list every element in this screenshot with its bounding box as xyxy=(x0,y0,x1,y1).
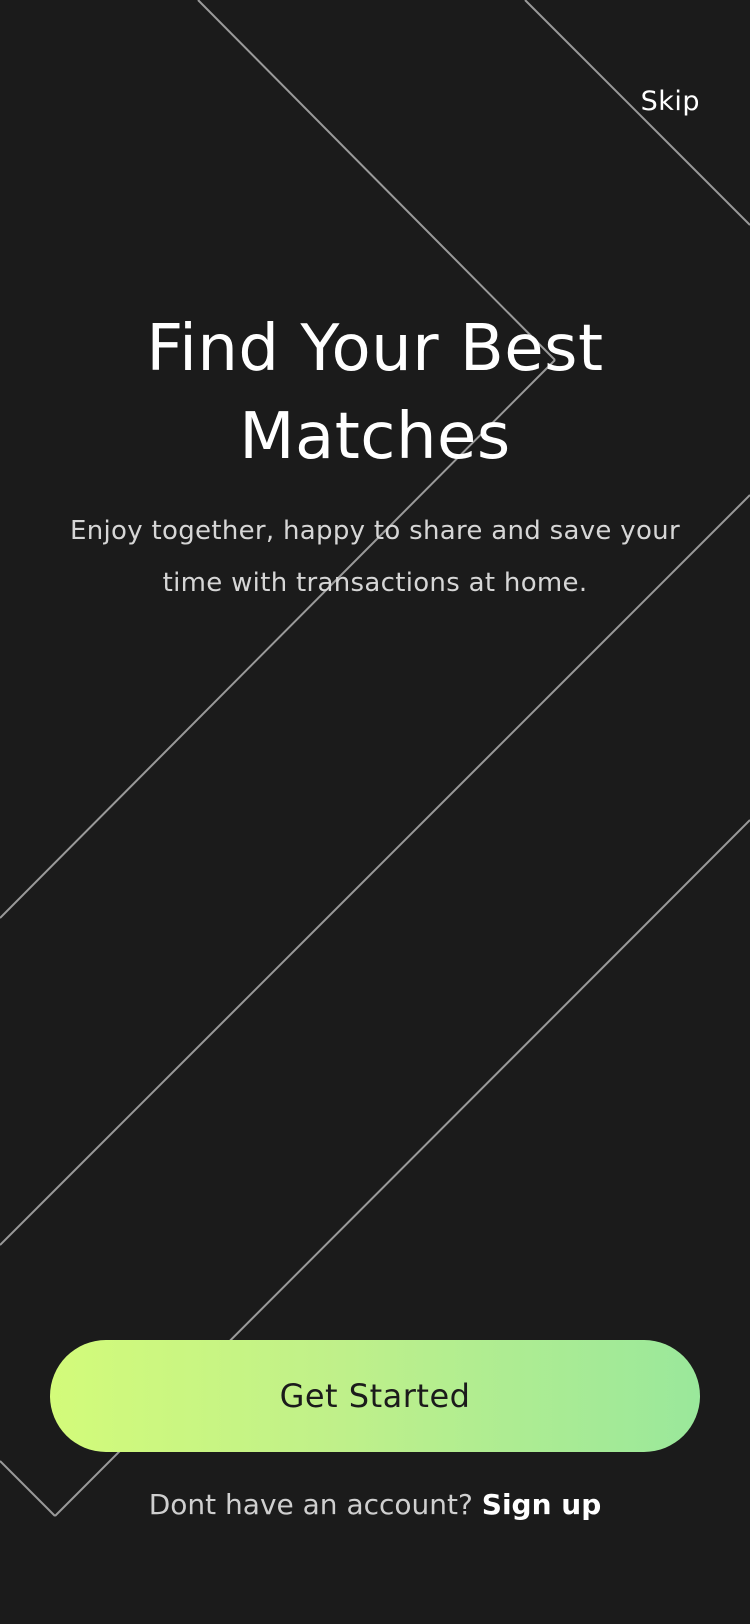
get-started-button[interactable]: Get Started xyxy=(50,1340,700,1452)
signup-prompt: Dont have an account? Sign up xyxy=(0,1488,750,1521)
get-started-label: Get Started xyxy=(279,1377,471,1415)
page-subtitle: Enjoy together, happy to share and save … xyxy=(70,516,680,598)
signup-link[interactable]: Sign up xyxy=(482,1488,601,1521)
bg-line xyxy=(524,0,750,226)
skip-button[interactable]: Skip xyxy=(641,86,700,117)
page-title: Find Your Best Matches xyxy=(146,312,604,474)
onboarding-screen: Skip Find Your Best Matches Enjoy togeth… xyxy=(0,0,750,1624)
account-prompt-text: Dont have an account? xyxy=(148,1488,473,1521)
